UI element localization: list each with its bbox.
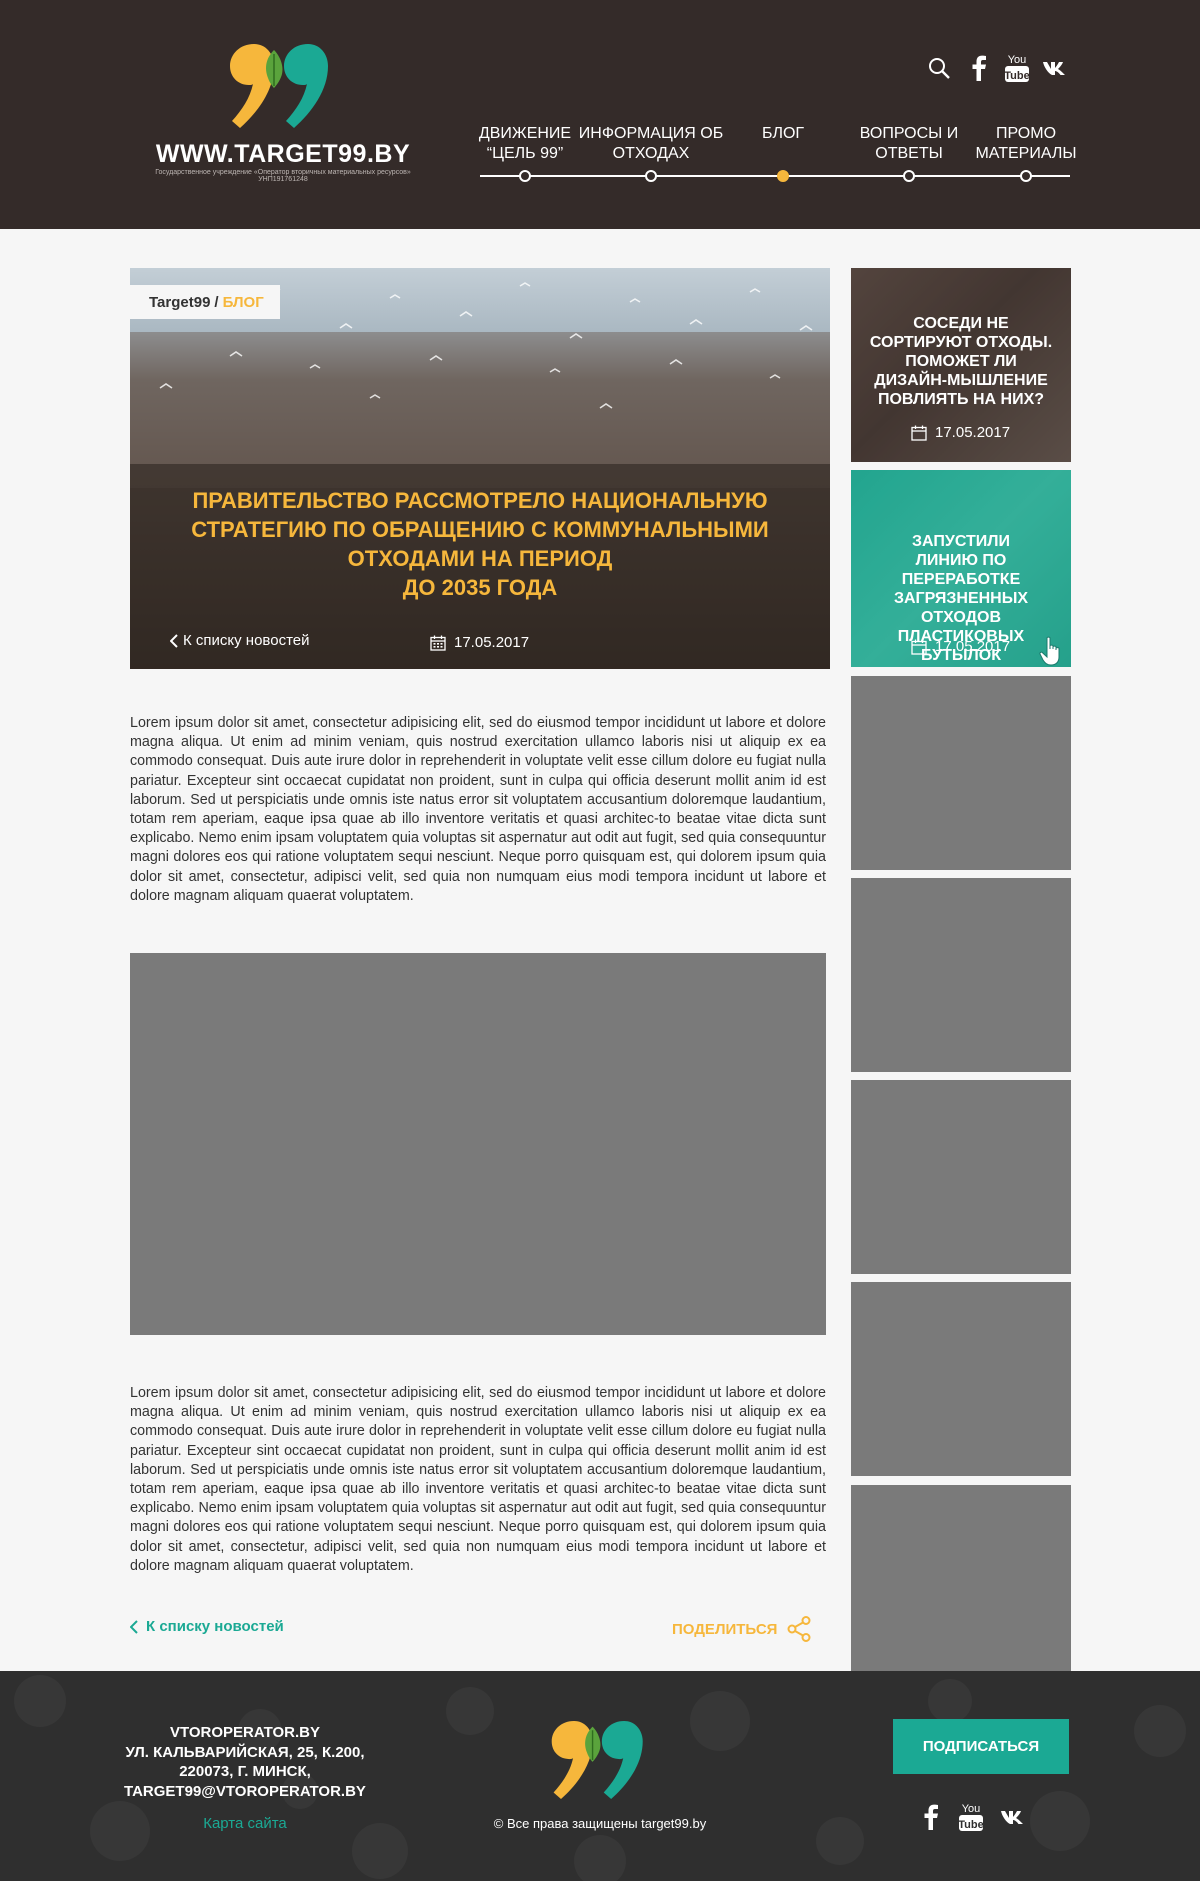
vk-icon[interactable] (998, 1799, 1028, 1835)
svg-text:Tube: Tube (1004, 70, 1029, 82)
header-social: You Tube (924, 48, 1074, 94)
breadcrumb-current[interactable]: БЛОГ (223, 294, 264, 311)
sidebar-card-title-line: ЗАПУСТИЛИ (912, 533, 1010, 550)
sidebar-card-placeholder[interactable] (851, 676, 1071, 870)
sidebar-card-2[interactable]: ЗАПУСТИЛИ ЛИНИЮ ПО ПЕРЕРАБОТКЕ ЗАГРЯЗНЕН… (851, 470, 1071, 667)
hero-back-link[interactable]: К списку новостей (170, 632, 310, 649)
sidebar-card-title-line: ПОВЛИЯТЬ НА НИХ? (877, 391, 1045, 408)
sidebar-card-placeholder[interactable] (851, 1080, 1071, 1274)
nav-label: ОТХОДАХ (612, 145, 690, 162)
calendar-icon (911, 425, 927, 441)
search-icon[interactable] (924, 48, 954, 88)
chevron-left-icon (170, 633, 178, 648)
sidebar-card-date-value: 17.05.2017 (935, 424, 1011, 441)
footer-logo-icon[interactable] (551, 1721, 649, 1799)
sidebar-card-1[interactable]: СОСЕДИ НЕ СОРТИРУЮТ ОТХОДЫ. ПОМОЖЕТ ЛИ Д… (851, 268, 1071, 462)
nav-item-promo[interactable]: ПРОМО МАТЕРИАЛЫ (951, 124, 1101, 164)
breadcrumb: Target99 / БЛОГ (130, 285, 280, 319)
hero-title-line: ДО 2035 ГОДА (402, 575, 558, 600)
nav-label: МАТЕРИАЛЫ (975, 145, 1077, 162)
nav-dot[interactable] (519, 170, 531, 182)
nav-dot[interactable] (1020, 170, 1032, 182)
pointer-hand-icon (1039, 636, 1060, 666)
sidebar-card-title-line: СОСЕДИ НЕ (913, 315, 1009, 332)
hero-title-line: ПРАВИТЕЛЬСТВО РАССМОТРЕЛО НАЦИОНАЛЬНУЮ (192, 488, 768, 513)
sidebar-card-placeholder[interactable] (851, 1485, 1071, 1671)
site-header: WWW.TARGET99.BY Государственное учрежден… (0, 0, 1200, 229)
sitemap-link[interactable]: Карта сайта (110, 1815, 380, 1832)
sidebar-card-title: СОСЕДИ НЕ СОРТИРУЮТ ОТХОДЫ. ПОМОЖЕТ ЛИ Д… (861, 314, 1061, 409)
hero-date: 17.05.2017 (430, 634, 529, 651)
facebook-icon[interactable] (964, 48, 994, 88)
subscribe-button[interactable]: ПОДПИСАТЬСЯ (893, 1719, 1069, 1774)
youtube-icon[interactable]: You Tube (1002, 48, 1032, 88)
vk-icon[interactable] (1040, 48, 1070, 88)
hero-title-line: ОТХОДАМИ НА ПЕРИОД (347, 546, 613, 571)
footer-address: VTOROPERATOR.BY УЛ. КАЛЬВАРИЙСКАЯ, 25, К… (110, 1723, 380, 1801)
nav-dot-active[interactable] (777, 170, 789, 182)
nav-line (480, 175, 1070, 177)
site-footer: VTOROPERATOR.BY УЛ. КАЛЬВАРИЙСКАЯ, 25, К… (0, 1671, 1200, 1881)
chevron-left-icon (130, 1619, 138, 1634)
nav-label: ИНФОРМАЦИЯ ОБ (578, 125, 724, 142)
share-icon (787, 1616, 811, 1642)
sidebar-card-placeholder[interactable] (851, 1282, 1071, 1476)
sidebar-card-title-line: ЗАГРЯЗНЕННЫХ ОТХОДОВ (893, 590, 1029, 626)
hero-back-label: К списку новостей (183, 632, 310, 649)
sidebar-card-placeholder[interactable] (851, 878, 1071, 1072)
site-name[interactable]: WWW.TARGET99.BY (130, 140, 436, 169)
nav-item-waste-info[interactable]: ИНФОРМАЦИЯ ОБ ОТХОДАХ (576, 124, 726, 164)
footer-address-line[interactable]: VTOROPERATOR.BY (110, 1723, 380, 1743)
calendar-icon (430, 635, 446, 651)
sidebar-card-title-line: ПОМОЖЕТ ЛИ (905, 353, 1017, 370)
sidebar-card-title-line: ЛИНИЮ ПО ПЕРЕРАБОТКЕ (901, 552, 1021, 588)
copyright: © Все права защищены target99.by (493, 1816, 707, 1831)
nav-label: ПРОМО (995, 125, 1057, 142)
article-paragraph: Lorem ipsum dolor sit amet, consectetur … (130, 1385, 826, 1574)
svg-text:You: You (1008, 54, 1027, 66)
back-to-news-label: К списку новостей (146, 1618, 284, 1635)
hero-title: ПРАВИТЕЛЬСТВО РАССМОТРЕЛО НАЦИОНАЛЬНУЮ С… (190, 486, 770, 602)
hero-date-value: 17.05.2017 (454, 634, 530, 651)
breadcrumb-root[interactable]: Target99 (149, 294, 210, 311)
youtube-icon[interactable]: You Tube (956, 1799, 986, 1835)
footer-address-line: УЛ. КАЛЬВАРИЙСКАЯ, 25, К.200, (125, 1743, 365, 1761)
sidebar-card-date: 17.05.2017 (911, 638, 1010, 655)
article-media-placeholder (130, 953, 826, 1335)
footer-address-line[interactable]: TARGET99@VTOROPERATOR.BY (110, 1782, 380, 1802)
logo-icon[interactable] (230, 44, 334, 128)
sidebar-card-title-line: СОРТИРУЮТ ОТХОДЫ. (869, 334, 1053, 351)
svg-text:Tube: Tube (958, 1819, 983, 1831)
sidebar-card-date: 17.05.2017 (911, 424, 1010, 441)
facebook-icon[interactable] (916, 1799, 946, 1835)
nav-dot[interactable] (645, 170, 657, 182)
footer-social: You Tube (916, 1799, 1046, 1839)
back-to-news-link[interactable]: К списку новостей (130, 1618, 284, 1635)
nav-dot[interactable] (903, 170, 915, 182)
hero-banner: Target99 / БЛОГ ПРАВИТЕЛЬСТВО РАССМОТРЕЛ… (130, 268, 830, 669)
share-label: ПОДЕЛИТЬСЯ (672, 1620, 778, 1638)
article-paragraph: Lorem ipsum dolor sit amet, consectetur … (130, 715, 826, 904)
calendar-icon (911, 639, 927, 655)
share-button[interactable]: ПОДЕЛИТЬСЯ (672, 1616, 811, 1642)
sidebar-card-date-value: 17.05.2017 (935, 638, 1011, 655)
main-nav: ДВИЖЕНИЕ “ЦЕЛЬ 99” ИНФОРМАЦИЯ ОБ ОТХОДАХ… (479, 124, 1077, 188)
sidebar-card-title-line: ДИЗАЙН-МЫШЛЕНИЕ (874, 372, 1048, 389)
site-subtitle: Государственное учреждение «Оператор вто… (155, 169, 411, 183)
footer-address-line: 220073, Г. МИНСК, (179, 1763, 311, 1780)
hero-title-line: СТРАТЕГИЮ ПО ОБРАЩЕНИЮ С КОММУНАЛЬНЫМИ (191, 517, 769, 542)
breadcrumb-separator: / (214, 293, 219, 311)
svg-text:You: You (962, 1803, 981, 1815)
